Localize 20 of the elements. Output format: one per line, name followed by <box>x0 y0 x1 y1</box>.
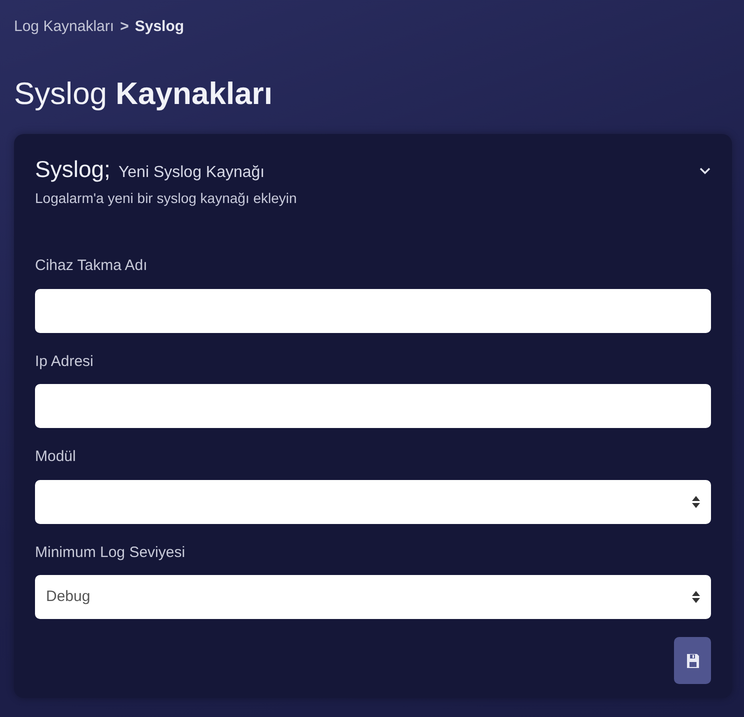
card-description: Logalarm'a yeni bir syslog kaynağı ekleyin <box>35 189 297 208</box>
chevron-icon[interactable] <box>699 166 711 175</box>
page-title: Syslog Kaynakları <box>14 74 274 112</box>
save-icon <box>686 652 700 669</box>
field-label: Ip Adresi <box>35 352 94 372</box>
select-field[interactable] <box>35 480 711 524</box>
breadcrumb-separator: > <box>120 17 129 37</box>
field-label: Cihaz Takma Adı <box>35 256 148 276</box>
input-field[interactable] <box>35 384 711 428</box>
sort-icon <box>692 591 700 604</box>
breadcrumb-item: Syslog <box>134 17 184 37</box>
input-field[interactable] <box>35 288 711 333</box>
breadcrumb-item[interactable]: Log Kaynakları <box>14 16 114 38</box>
select-field[interactable]: Debug <box>35 575 711 620</box>
field-label: Minimum Log Seviyesi <box>35 542 186 563</box>
card-title: Syslog; <box>35 154 110 184</box>
card-subtitle: Yeni Syslog Kaynağı <box>118 162 265 183</box>
sort-icon <box>692 496 700 508</box>
save-button[interactable] <box>674 637 711 684</box>
field-label: Modül <box>35 447 77 468</box>
